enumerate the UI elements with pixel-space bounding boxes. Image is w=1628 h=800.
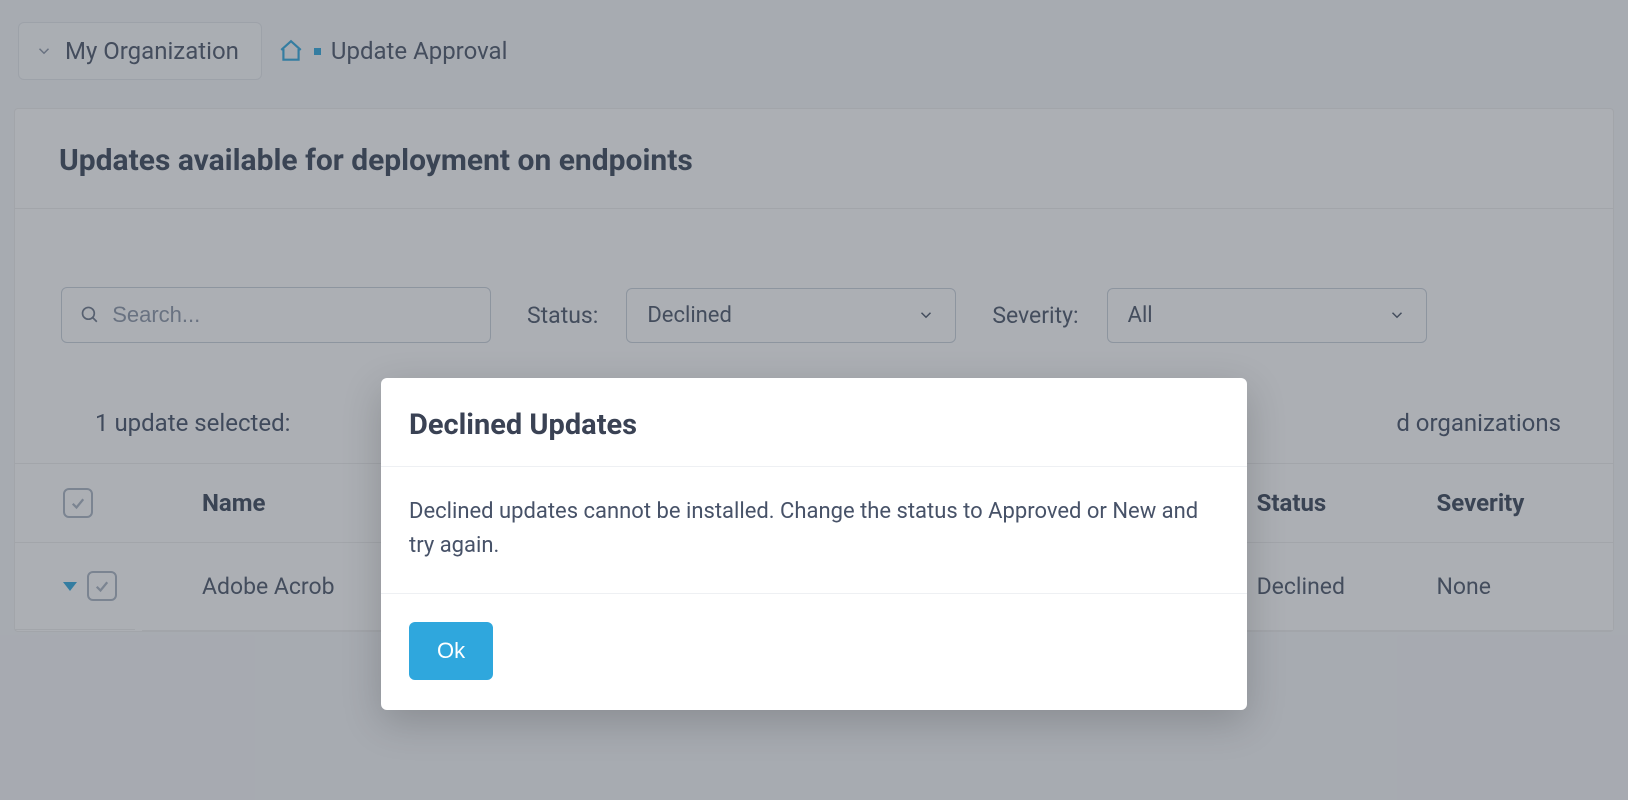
modal-overlay[interactable]: Declined Updates Declined updates cannot… [0,0,1628,800]
declined-updates-modal: Declined Updates Declined updates cannot… [381,378,1247,710]
modal-body: Declined updates cannot be installed. Ch… [381,467,1247,594]
modal-footer: Ok [381,594,1247,710]
modal-title: Declined Updates [409,408,1219,442]
ok-button[interactable]: Ok [409,622,493,680]
modal-header: Declined Updates [381,378,1247,467]
